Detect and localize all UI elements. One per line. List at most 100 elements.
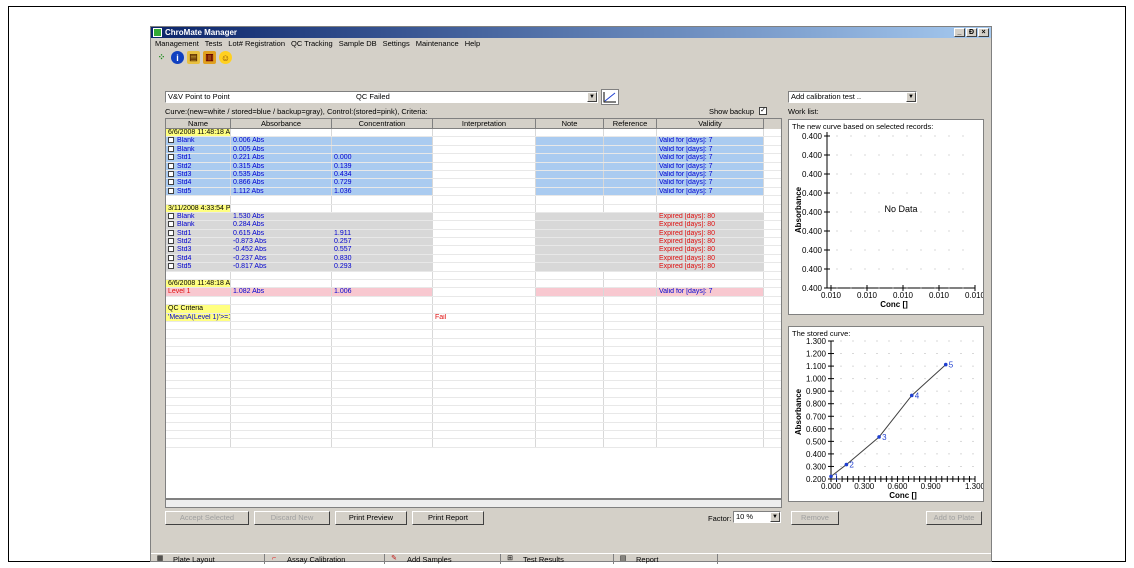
table-row[interactable] (166, 321, 781, 331)
menu-help[interactable]: Help (465, 39, 480, 49)
table-row[interactable]: 6/6/2008 11:48:18 AM (166, 280, 781, 289)
table-row[interactable] (166, 372, 781, 381)
table-row[interactable] (166, 330, 781, 339)
table-row[interactable] (166, 414, 781, 423)
row-checkbox[interactable] (168, 162, 174, 169)
print-preview-button[interactable]: Print Preview (335, 511, 407, 525)
book-icon[interactable]: ▥ (203, 51, 216, 64)
table-row[interactable]: Blank 0.005 Abs Valid for [days]: 7 (166, 145, 781, 155)
tab-report[interactable]: ▤ Report (614, 554, 718, 564)
row-checkbox[interactable] (168, 212, 174, 219)
col-absorbance[interactable]: Absorbance (231, 119, 332, 129)
table-row[interactable]: Std1 0.615 Abs 1.911 Expired [days]: 80 (166, 229, 781, 239)
table-row[interactable] (166, 355, 781, 364)
table-row[interactable]: Std3 0.535 Abs 0.434 Valid for [days]: 7 (166, 170, 781, 180)
row-checkbox[interactable] (168, 187, 174, 194)
table-row[interactable]: 'MeanA(Level 1)'>=1.179 Fail (166, 313, 781, 322)
tab-test-results[interactable]: ⊞ Test Results (501, 554, 614, 564)
table-row[interactable] (166, 380, 781, 390)
table-row[interactable]: Std5 1.112 Abs 1.036 Valid for [days]: 7 (166, 187, 781, 197)
row-checkbox[interactable] (168, 221, 174, 228)
table-row[interactable]: 6/6/2008 11:48:18 AM (166, 129, 781, 138)
row-checkbox[interactable] (168, 238, 174, 245)
col-concentration[interactable]: Concentration (332, 119, 433, 129)
chevron-down-icon[interactable]: ▼ (587, 92, 597, 102)
table-row[interactable] (166, 405, 781, 415)
row-checkbox[interactable] (168, 246, 174, 253)
menu-qc-tracking[interactable]: QC Tracking (291, 39, 333, 49)
table-row[interactable]: Std4 -0.237 Abs 0.830 Expired [days]: 80 (166, 254, 781, 264)
absorbance-value: 0.221 Abs (233, 154, 265, 162)
col-validity[interactable]: Validity (657, 119, 764, 129)
grid-dot (962, 154, 964, 156)
table-row[interactable] (166, 271, 781, 281)
menu-settings[interactable]: Settings (383, 39, 410, 49)
table-row[interactable]: Std2 0.315 Abs 0.139 Valid for [days]: 7 (166, 162, 781, 171)
table-row[interactable] (166, 431, 781, 440)
table-row[interactable] (166, 397, 781, 406)
col-name[interactable]: Name (166, 119, 231, 129)
minimize-button[interactable]: _ (954, 28, 965, 37)
tab-add-samples[interactable]: ✎ Add Samples (385, 554, 501, 564)
table-row[interactable]: Blank 0.284 Abs Expired [days]: 80 (166, 221, 781, 230)
close-button[interactable]: × (978, 28, 989, 37)
menu-management[interactable]: Management (155, 39, 199, 49)
menu-maintenance[interactable]: Maintenance (416, 39, 459, 49)
row-checkbox[interactable] (168, 263, 174, 270)
add-to-plate-button[interactable]: Add to Plate (926, 511, 982, 525)
col-note[interactable]: Note (536, 119, 604, 129)
table-row[interactable] (166, 422, 781, 432)
table-row[interactable]: Std1 0.221 Abs 0.000 Valid for [days]: 7 (166, 154, 781, 163)
menu-tests[interactable]: Tests (205, 39, 223, 49)
table-row[interactable]: Std2 -0.873 Abs 0.257 Expired [days]: 80 (166, 238, 781, 247)
show-backup-checkbox[interactable]: ✓ (759, 107, 767, 115)
plate-icon[interactable]: ⁘ (155, 51, 168, 64)
smiley-icon[interactable]: ☺ (219, 51, 232, 64)
grid-dot (912, 378, 914, 380)
table-row[interactable]: Blank 1.530 Abs Expired [days]: 80 (166, 212, 781, 222)
validity-value: Valid for [days]: 7 (659, 170, 713, 178)
table-row[interactable] (166, 363, 781, 373)
table-row[interactable]: Blank 0.006 Abs Valid for [days]: 7 (166, 137, 781, 146)
row-checkbox[interactable] (168, 254, 174, 261)
menu-lot-registration[interactable]: Lot# Registration (228, 39, 285, 49)
col-reference[interactable]: Reference (604, 119, 657, 129)
table-row[interactable] (166, 347, 781, 356)
row-checkbox[interactable] (168, 170, 174, 177)
calibration-select[interactable]: Add calibration test .. ▼ (788, 91, 917, 103)
row-checkbox[interactable] (168, 137, 174, 144)
table-row[interactable] (166, 338, 781, 348)
table-row[interactable] (166, 296, 781, 306)
table-row[interactable]: 3/11/2008 4:33:54 PM (166, 204, 781, 213)
info-icon[interactable]: i (171, 51, 184, 64)
method-select[interactable]: V&V Point to Point QC Failed ▼ (165, 91, 598, 103)
row-checkbox[interactable] (168, 154, 174, 161)
table-row[interactable]: Level 1 1.082 Abs 1.006 Valid for [days]: 7 (166, 288, 781, 297)
table-row[interactable]: Std3 -0.452 Abs 0.557 Expired [days]: 80 (166, 246, 781, 255)
table-row[interactable]: Std5 -0.817 Abs 0.293 Expired [days]: 80 (166, 263, 781, 272)
table-row[interactable] (166, 389, 781, 398)
print-report-button[interactable]: Print Report (412, 511, 484, 525)
row-checkbox[interactable] (168, 179, 174, 186)
horizontal-scrollbar[interactable] (165, 499, 782, 508)
tab-assay-calibration[interactable]: ⌐ Assay Calibration (265, 554, 385, 564)
menu-sample-db[interactable]: Sample DB (339, 39, 377, 49)
chevron-down-icon[interactable]: ▼ (906, 92, 916, 102)
table-row[interactable] (166, 439, 781, 448)
curve-chart-icon[interactable] (601, 89, 619, 105)
factor-select[interactable]: 10 % ▼ (733, 511, 781, 523)
table-row[interactable]: Std4 0.866 Abs 0.729 Valid for [days]: 7 (166, 179, 781, 188)
name-cell: Blank (166, 221, 231, 229)
row-checkbox[interactable] (168, 229, 174, 236)
remove-button[interactable]: Remove (791, 511, 839, 525)
table-row[interactable] (166, 196, 781, 205)
col-interpretation[interactable]: Interpretation (433, 119, 536, 129)
discard-new-button[interactable]: Discard New (254, 511, 330, 525)
tab-plate-layout[interactable]: ▦ Plate Layout (151, 554, 265, 564)
folder-icon[interactable]: ▤ (187, 51, 200, 64)
row-checkbox[interactable] (168, 145, 174, 152)
table-row[interactable]: QC Criteria (166, 305, 781, 314)
accept-selected-button[interactable]: Accept Selected (165, 511, 249, 525)
maximize-button[interactable]: Ɖ (966, 28, 977, 37)
chevron-down-icon[interactable]: ▼ (770, 512, 780, 522)
